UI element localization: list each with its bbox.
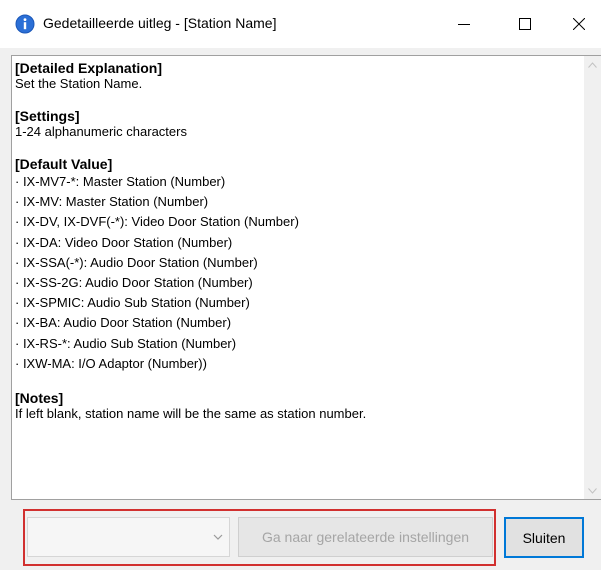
minimize-button[interactable] — [441, 0, 487, 48]
list-item: · IX-SPMIC: Audio Sub Station (Number) — [15, 295, 250, 311]
default-value-list: · IX-MV7-*: Master Station (Number) · IX… — [15, 172, 580, 374]
close-icon — [573, 18, 585, 30]
info-icon — [15, 14, 35, 34]
list-item: · IX-DV, IX-DVF(-*): Video Door Station … — [15, 214, 299, 230]
list-item: · IX-DA: Video Door Station (Number) — [15, 234, 233, 250]
notes-section: [Notes] If left blank, station name will… — [15, 390, 580, 422]
dialog-window: Gedetailleerde uitleg - [Station Name] [… — [0, 0, 601, 570]
close-window-button[interactable] — [556, 0, 601, 48]
chevron-up-icon — [588, 61, 597, 68]
section-body: 1-24 alphanumeric characters — [15, 124, 187, 139]
maximize-icon — [519, 18, 531, 30]
scroll-up-button[interactable] — [584, 56, 601, 73]
section-heading: [Notes] — [15, 390, 64, 407]
chevron-down-icon — [588, 487, 597, 494]
section-heading: [Settings] — [15, 108, 80, 124]
settings-section: [Settings] 1-24 alphanumeric characters — [15, 108, 580, 140]
list-item: · IX-MV: Master Station (Number) — [15, 194, 209, 210]
list-item: · IX-RS-*: Audio Sub Station (Number) — [15, 335, 237, 351]
list-item: · IX-MV7-*: Master Station (Number) — [15, 174, 226, 189]
section-body: If left blank, station name will be the … — [15, 406, 367, 422]
list-item: · IX-SS-2G: Audio Door Station (Number) — [15, 275, 253, 291]
list-item: · IX-BA: Audio Door Station (Number) — [15, 315, 232, 331]
default-value-section: [Default Value] · IX-MV7-*: Master Stati… — [15, 156, 580, 374]
section-heading: [Default Value] — [15, 156, 113, 172]
related-settings-dropdown[interactable] — [27, 517, 230, 557]
explanation-textbox[interactable]: [Detailed Explanation] Set the Station N… — [11, 55, 601, 500]
section-heading: [Detailed Explanation] — [15, 60, 163, 76]
vertical-scrollbar[interactable] — [584, 56, 601, 499]
explanation-text: [Detailed Explanation] Set the Station N… — [15, 60, 580, 438]
list-item: · IXW-MA: I/O Adaptor (Number)) — [15, 355, 207, 371]
title-bar[interactable]: Gedetailleerde uitleg - [Station Name] — [0, 0, 601, 48]
minimize-icon — [458, 24, 470, 25]
list-item: · IX-SSA(-*): Audio Door Station (Number… — [15, 254, 258, 270]
goto-related-settings-button[interactable]: Ga naar gerelateerde instellingen — [238, 517, 493, 557]
maximize-button[interactable] — [502, 0, 548, 48]
window-title: Gedetailleerde uitleg - [Station Name] — [43, 15, 277, 31]
close-button[interactable]: Sluiten — [504, 517, 584, 558]
scroll-down-button[interactable] — [584, 482, 601, 499]
detailed-explanation-section: [Detailed Explanation] Set the Station N… — [15, 60, 580, 92]
chevron-down-icon — [213, 534, 223, 540]
section-body: Set the Station Name. — [15, 76, 143, 91]
